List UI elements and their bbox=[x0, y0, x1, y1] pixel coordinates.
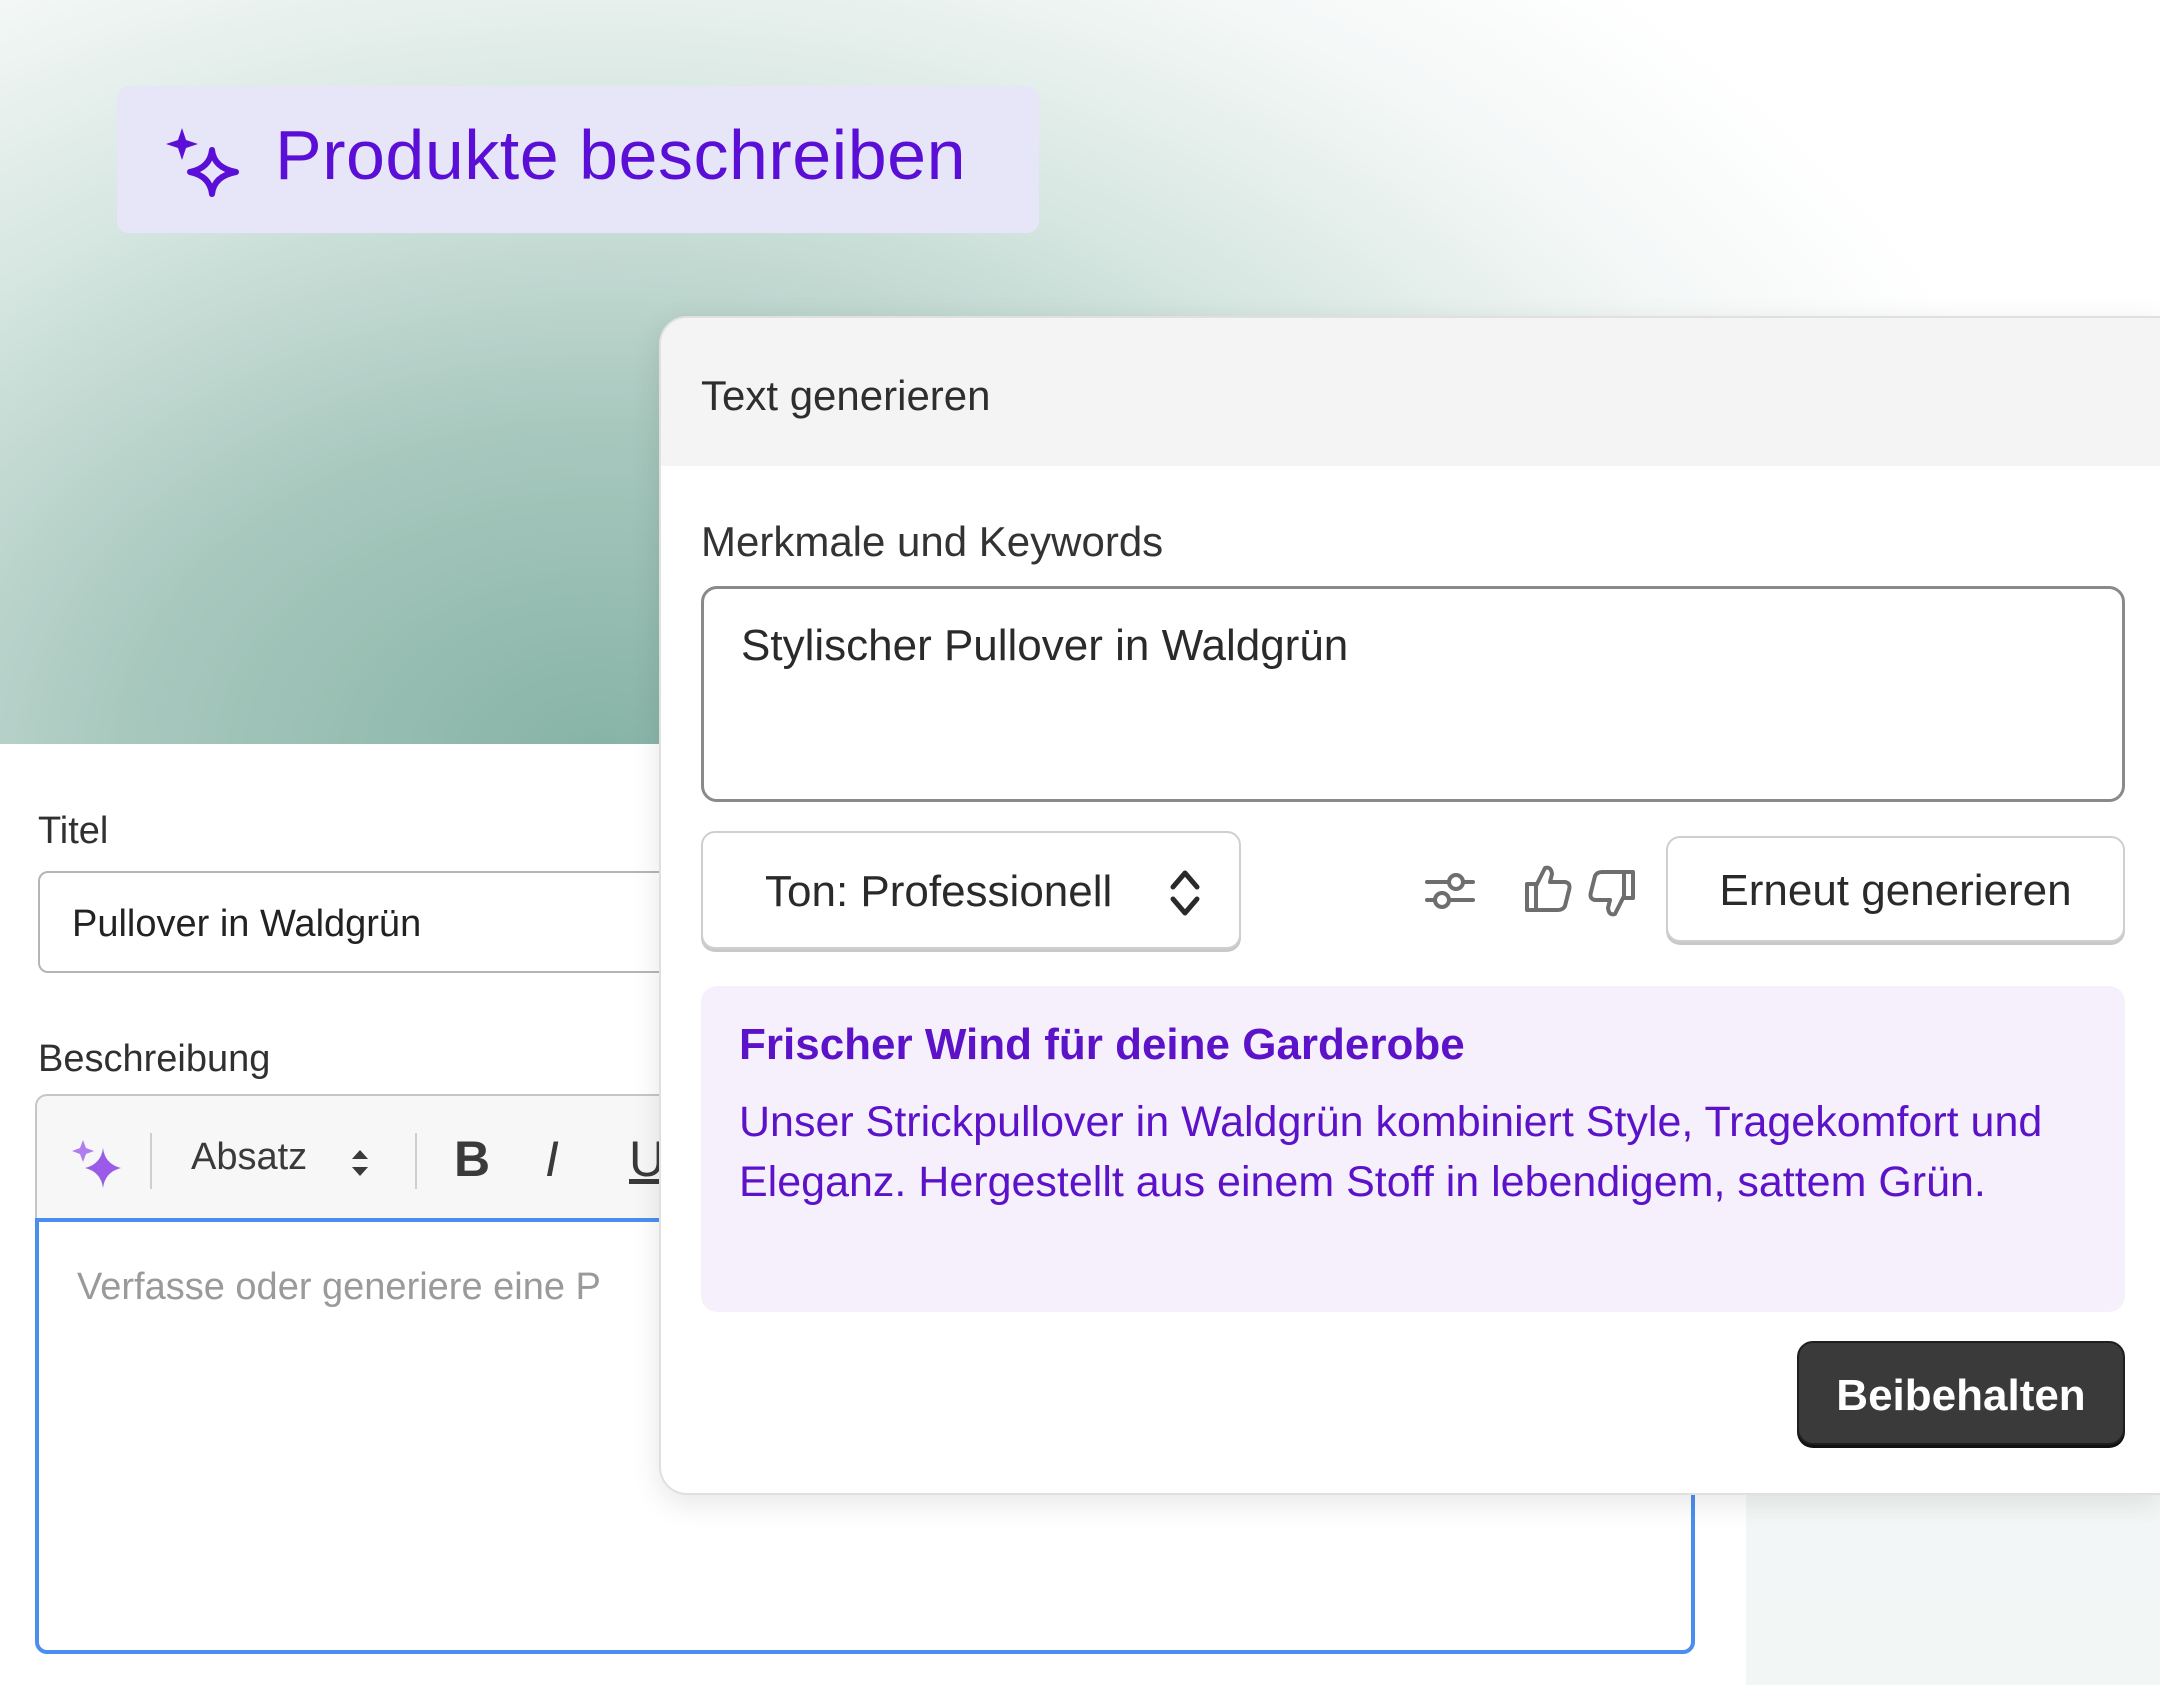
sliders-icon[interactable] bbox=[1423, 866, 1477, 916]
generate-text-popover: Text generieren Merkmale und Keywords St… bbox=[659, 316, 2160, 1495]
sparkle-icon[interactable] bbox=[71, 1138, 123, 1188]
updown-icon[interactable] bbox=[349, 1146, 371, 1180]
thumbs-up-icon[interactable] bbox=[1523, 862, 1573, 914]
page-title: Produkte beschreiben bbox=[275, 116, 966, 194]
title-label: Titel bbox=[38, 810, 109, 852]
sparkle-icon bbox=[166, 128, 239, 197]
description-label: Beschreibung bbox=[38, 1038, 271, 1080]
result-body: Unser Strickpullover in Waldgrün kombini… bbox=[739, 1098, 2043, 1206]
keep-button-label: Beibehalten bbox=[1836, 1371, 2086, 1420]
popover-title: Text generieren bbox=[701, 372, 991, 419]
tone-select-label: Ton: Professionell bbox=[765, 867, 1113, 916]
thumbs-down-icon[interactable] bbox=[1587, 868, 1637, 920]
keywords-label: Merkmale und Keywords bbox=[701, 518, 1164, 565]
regenerate-button-label: Erneut generieren bbox=[1719, 866, 2072, 915]
tone-select[interactable]: Ton: Professionell bbox=[701, 831, 1241, 949]
paragraph-style-select[interactable]: Absatz bbox=[191, 1136, 307, 1179]
result-title: Frischer Wind für deine Garderobe bbox=[739, 1020, 1465, 1069]
italic-button[interactable]: I bbox=[545, 1130, 559, 1188]
keep-button[interactable]: Beibehalten bbox=[1797, 1341, 2125, 1445]
generated-result: Frischer Wind für deine Garderobe Unser … bbox=[701, 986, 2125, 1312]
popover-header: Text generieren bbox=[661, 318, 2160, 466]
toolbar-divider bbox=[150, 1133, 152, 1189]
bold-button[interactable]: B bbox=[454, 1130, 490, 1188]
title-field-value: Pullover in Waldgrün bbox=[72, 903, 422, 945]
chevron-updown-icon bbox=[1170, 870, 1200, 916]
keywords-value: Stylischer Pullover in Waldgrün bbox=[741, 621, 1349, 670]
title-field[interactable]: Pullover in Waldgrün bbox=[38, 871, 738, 973]
toolbar-divider bbox=[415, 1133, 417, 1189]
keywords-input[interactable]: Stylischer Pullover in Waldgrün bbox=[701, 586, 2125, 802]
editor-placeholder: Verfasse oder generiere eine P bbox=[77, 1266, 601, 1308]
regenerate-button[interactable]: Erneut generieren bbox=[1666, 836, 2125, 942]
